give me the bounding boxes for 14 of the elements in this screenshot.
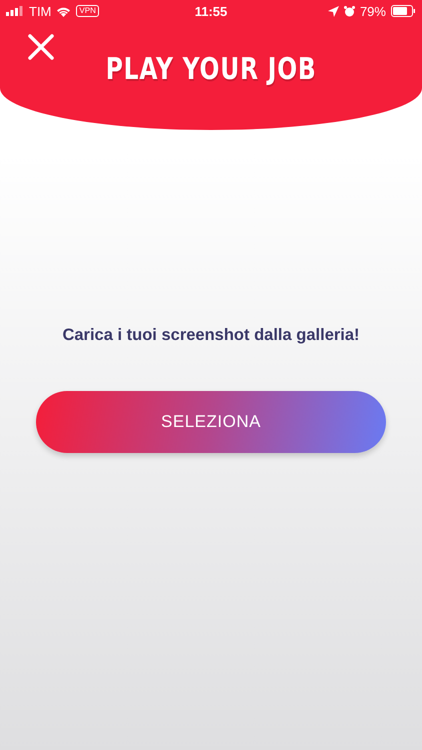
upload-prompt: Carica i tuoi screenshot dalla galleria! [61, 326, 361, 345]
alarm-icon [344, 6, 355, 16]
signal-icon [6, 6, 24, 16]
battery-icon [390, 5, 416, 17]
wifi-icon [56, 6, 72, 16]
app-logo: PLAY YOUR JOB [106, 52, 316, 87]
battery-percent: 79% [360, 4, 386, 18]
carrier-name: TIM [29, 4, 52, 18]
close-icon [28, 34, 54, 60]
status-time: 11:55 [194, 4, 228, 18]
location-icon [328, 6, 339, 16]
select-button[interactable]: SELEZIONA [36, 391, 386, 453]
close-button[interactable] [26, 32, 56, 62]
vpn-indicator: VPN [76, 5, 99, 17]
